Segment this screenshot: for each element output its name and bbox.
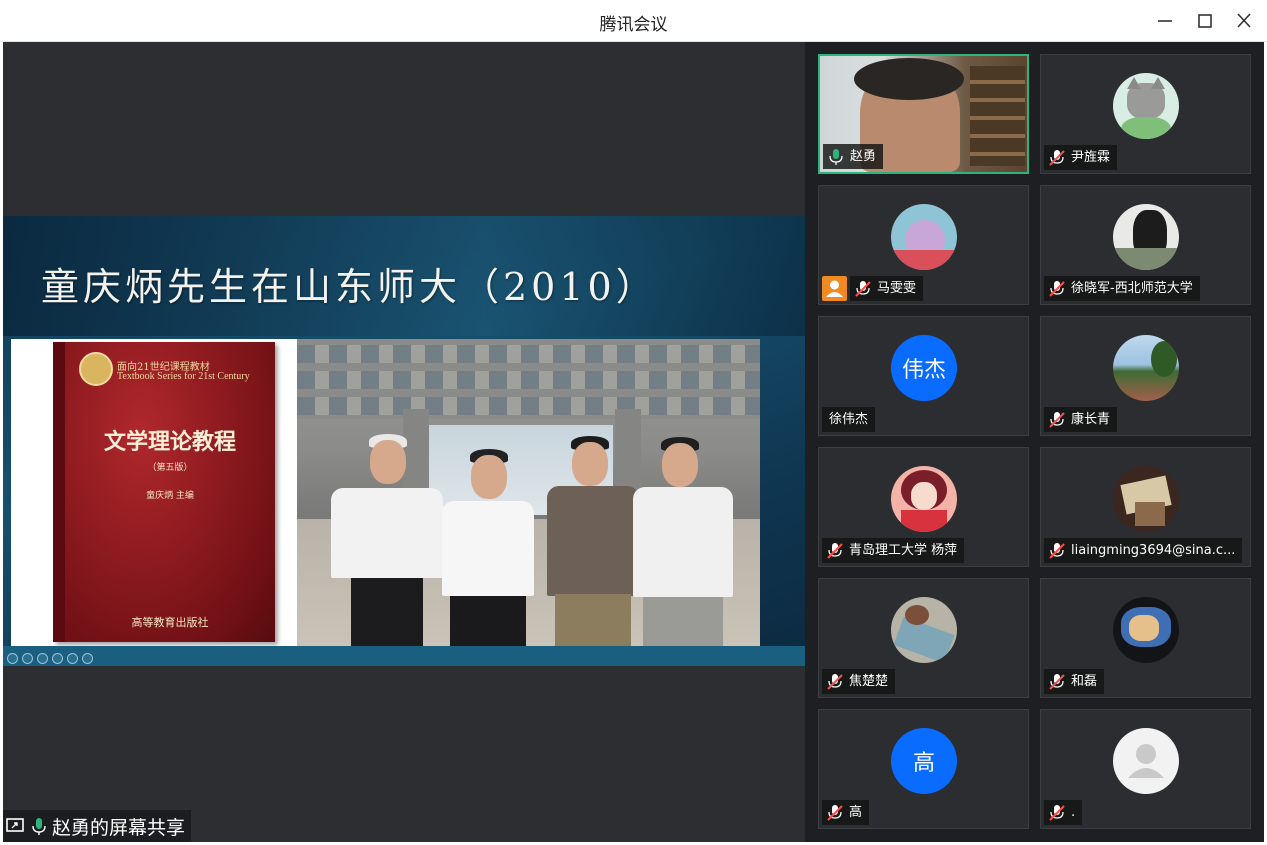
participant-name: 高	[849, 805, 863, 820]
participant-tile[interactable]: 康长青	[1040, 316, 1251, 436]
avatar: 伟杰	[891, 335, 957, 401]
avatar: 高	[891, 728, 957, 794]
participant-label: 焦楚楚	[822, 669, 896, 694]
avatar	[1113, 466, 1179, 532]
participant-name: 徐伟杰	[829, 412, 869, 427]
participant-tile[interactable]: 马雯雯	[818, 185, 1029, 305]
mic-muted-icon	[1049, 149, 1065, 166]
mic-muted-icon	[827, 804, 843, 821]
publisher-seal-icon	[79, 352, 113, 386]
book-author: 童庆炳 主编	[146, 491, 194, 501]
minimize-button[interactable]	[1152, 9, 1178, 33]
user-icon	[822, 276, 847, 301]
view-button[interactable]	[67, 653, 78, 664]
next-slide-button[interactable]	[22, 653, 33, 664]
avatar	[1113, 335, 1179, 401]
avatar	[1113, 204, 1179, 270]
participant-tile[interactable]: .	[1040, 709, 1251, 829]
group-photo	[297, 339, 760, 647]
close-button[interactable]	[1231, 9, 1257, 33]
book-publisher: 高等教育出版社	[131, 616, 209, 629]
title-bar: 腾讯会议	[0, 0, 1267, 42]
mic-muted-icon	[855, 280, 871, 297]
presentation-slide: 童庆炳先生在山东师大（2010） 面向21世纪课程教材 Textbook Ser…	[3, 216, 805, 666]
avatar	[1113, 597, 1179, 663]
participant-label: 徐晓军-西北师范大学	[1044, 276, 1200, 301]
maximize-icon	[1198, 14, 1212, 28]
participant-name: 尹旌霖	[1071, 150, 1111, 165]
participant-tile[interactable]: 尹旌霖	[1040, 54, 1251, 174]
slide-title: 童庆炳先生在山东师大（2010）	[41, 265, 658, 309]
participant-label: 青岛理工大学 杨萍	[822, 538, 965, 563]
more-options-button[interactable]	[82, 653, 93, 664]
prev-slide-button[interactable]	[7, 653, 18, 664]
mic-muted-icon	[1049, 673, 1065, 690]
zoom-button[interactable]	[52, 653, 63, 664]
participant-name: 马雯雯	[877, 281, 917, 296]
avatar	[891, 597, 957, 663]
participant-tile[interactable]: 青岛理工大学 杨萍	[818, 447, 1029, 567]
mic-muted-icon	[1049, 542, 1065, 559]
book-series-en: Textbook Series for 21st Century	[117, 371, 250, 382]
participant-name: 和磊	[1071, 674, 1098, 689]
participant-tile[interactable]: 徐晓军-西北师范大学	[1040, 185, 1251, 305]
book-cover: 面向21世纪课程教材 Textbook Series for 21st Cent…	[53, 342, 275, 642]
participant-name: .	[1071, 805, 1076, 820]
participant-label: .	[1044, 800, 1083, 825]
avatar	[891, 204, 957, 270]
pen-tool-button[interactable]	[37, 653, 48, 664]
participant-name: 焦楚楚	[849, 674, 889, 689]
participant-label: 高	[822, 800, 870, 825]
participant-tile[interactable]: 和磊	[1040, 578, 1251, 698]
default-avatar-icon	[1113, 728, 1179, 794]
mic-on-icon	[829, 148, 843, 165]
participant-label: 马雯雯	[850, 276, 924, 301]
participant-name: liaingming3694@sina.c...	[1071, 543, 1236, 558]
participant-tile[interactable]: 高 高	[818, 709, 1029, 829]
participant-label: 赵勇	[823, 144, 884, 169]
participant-tile[interactable]: 焦楚楚	[818, 578, 1029, 698]
participant-label: 康长青	[1044, 407, 1118, 432]
participant-label: 尹旌霖	[1044, 145, 1118, 170]
avatar	[1113, 73, 1179, 139]
mic-muted-icon	[1049, 411, 1065, 428]
avatar	[891, 466, 957, 532]
mic-muted-icon	[827, 673, 843, 690]
participant-label: 和磊	[1044, 669, 1105, 694]
participant-name: 青岛理工大学 杨萍	[849, 543, 958, 558]
slide-footer-bar	[3, 646, 805, 666]
mic-muted-icon	[1049, 804, 1065, 821]
window-title: 腾讯会议	[599, 15, 668, 35]
mic-muted-icon	[1049, 280, 1065, 297]
participants-panel: 赵勇 尹旌霖 马雯雯 徐晓军-西北师范大学 伟杰 徐伟杰 康长青 青岛理工大学 …	[805, 42, 1264, 842]
mic-on-icon	[32, 818, 46, 835]
participant-label: 徐伟杰	[822, 407, 876, 432]
participant-name: 徐晓军-西北师范大学	[1071, 281, 1193, 296]
book-image: 面向21世纪课程教材 Textbook Series for 21st Cent…	[11, 339, 297, 647]
close-icon	[1237, 13, 1251, 28]
screen-share-badge: 赵勇的屏幕共享	[3, 810, 192, 842]
participant-label: liaingming3694@sina.c...	[1044, 538, 1243, 563]
maximize-button[interactable]	[1192, 9, 1218, 33]
participant-tile[interactable]: 赵勇	[818, 54, 1029, 174]
mic-muted-icon	[827, 542, 843, 559]
screen-share-icon	[6, 818, 24, 832]
book-edition: （第五版）	[147, 463, 193, 473]
participant-name: 康长青	[1071, 412, 1111, 427]
book-title: 文学理论教程	[103, 429, 236, 455]
slide-controls	[7, 653, 93, 664]
participant-tile[interactable]: liaingming3694@sina.c...	[1040, 447, 1251, 567]
shared-screen[interactable]: 童庆炳先生在山东师大（2010） 面向21世纪课程教材 Textbook Ser…	[3, 42, 805, 842]
participant-tile[interactable]: 伟杰 徐伟杰	[818, 316, 1029, 436]
minimize-icon	[1158, 20, 1172, 22]
participant-name: 赵勇	[850, 149, 877, 164]
screen-share-label: 赵勇的屏幕共享	[52, 816, 186, 839]
